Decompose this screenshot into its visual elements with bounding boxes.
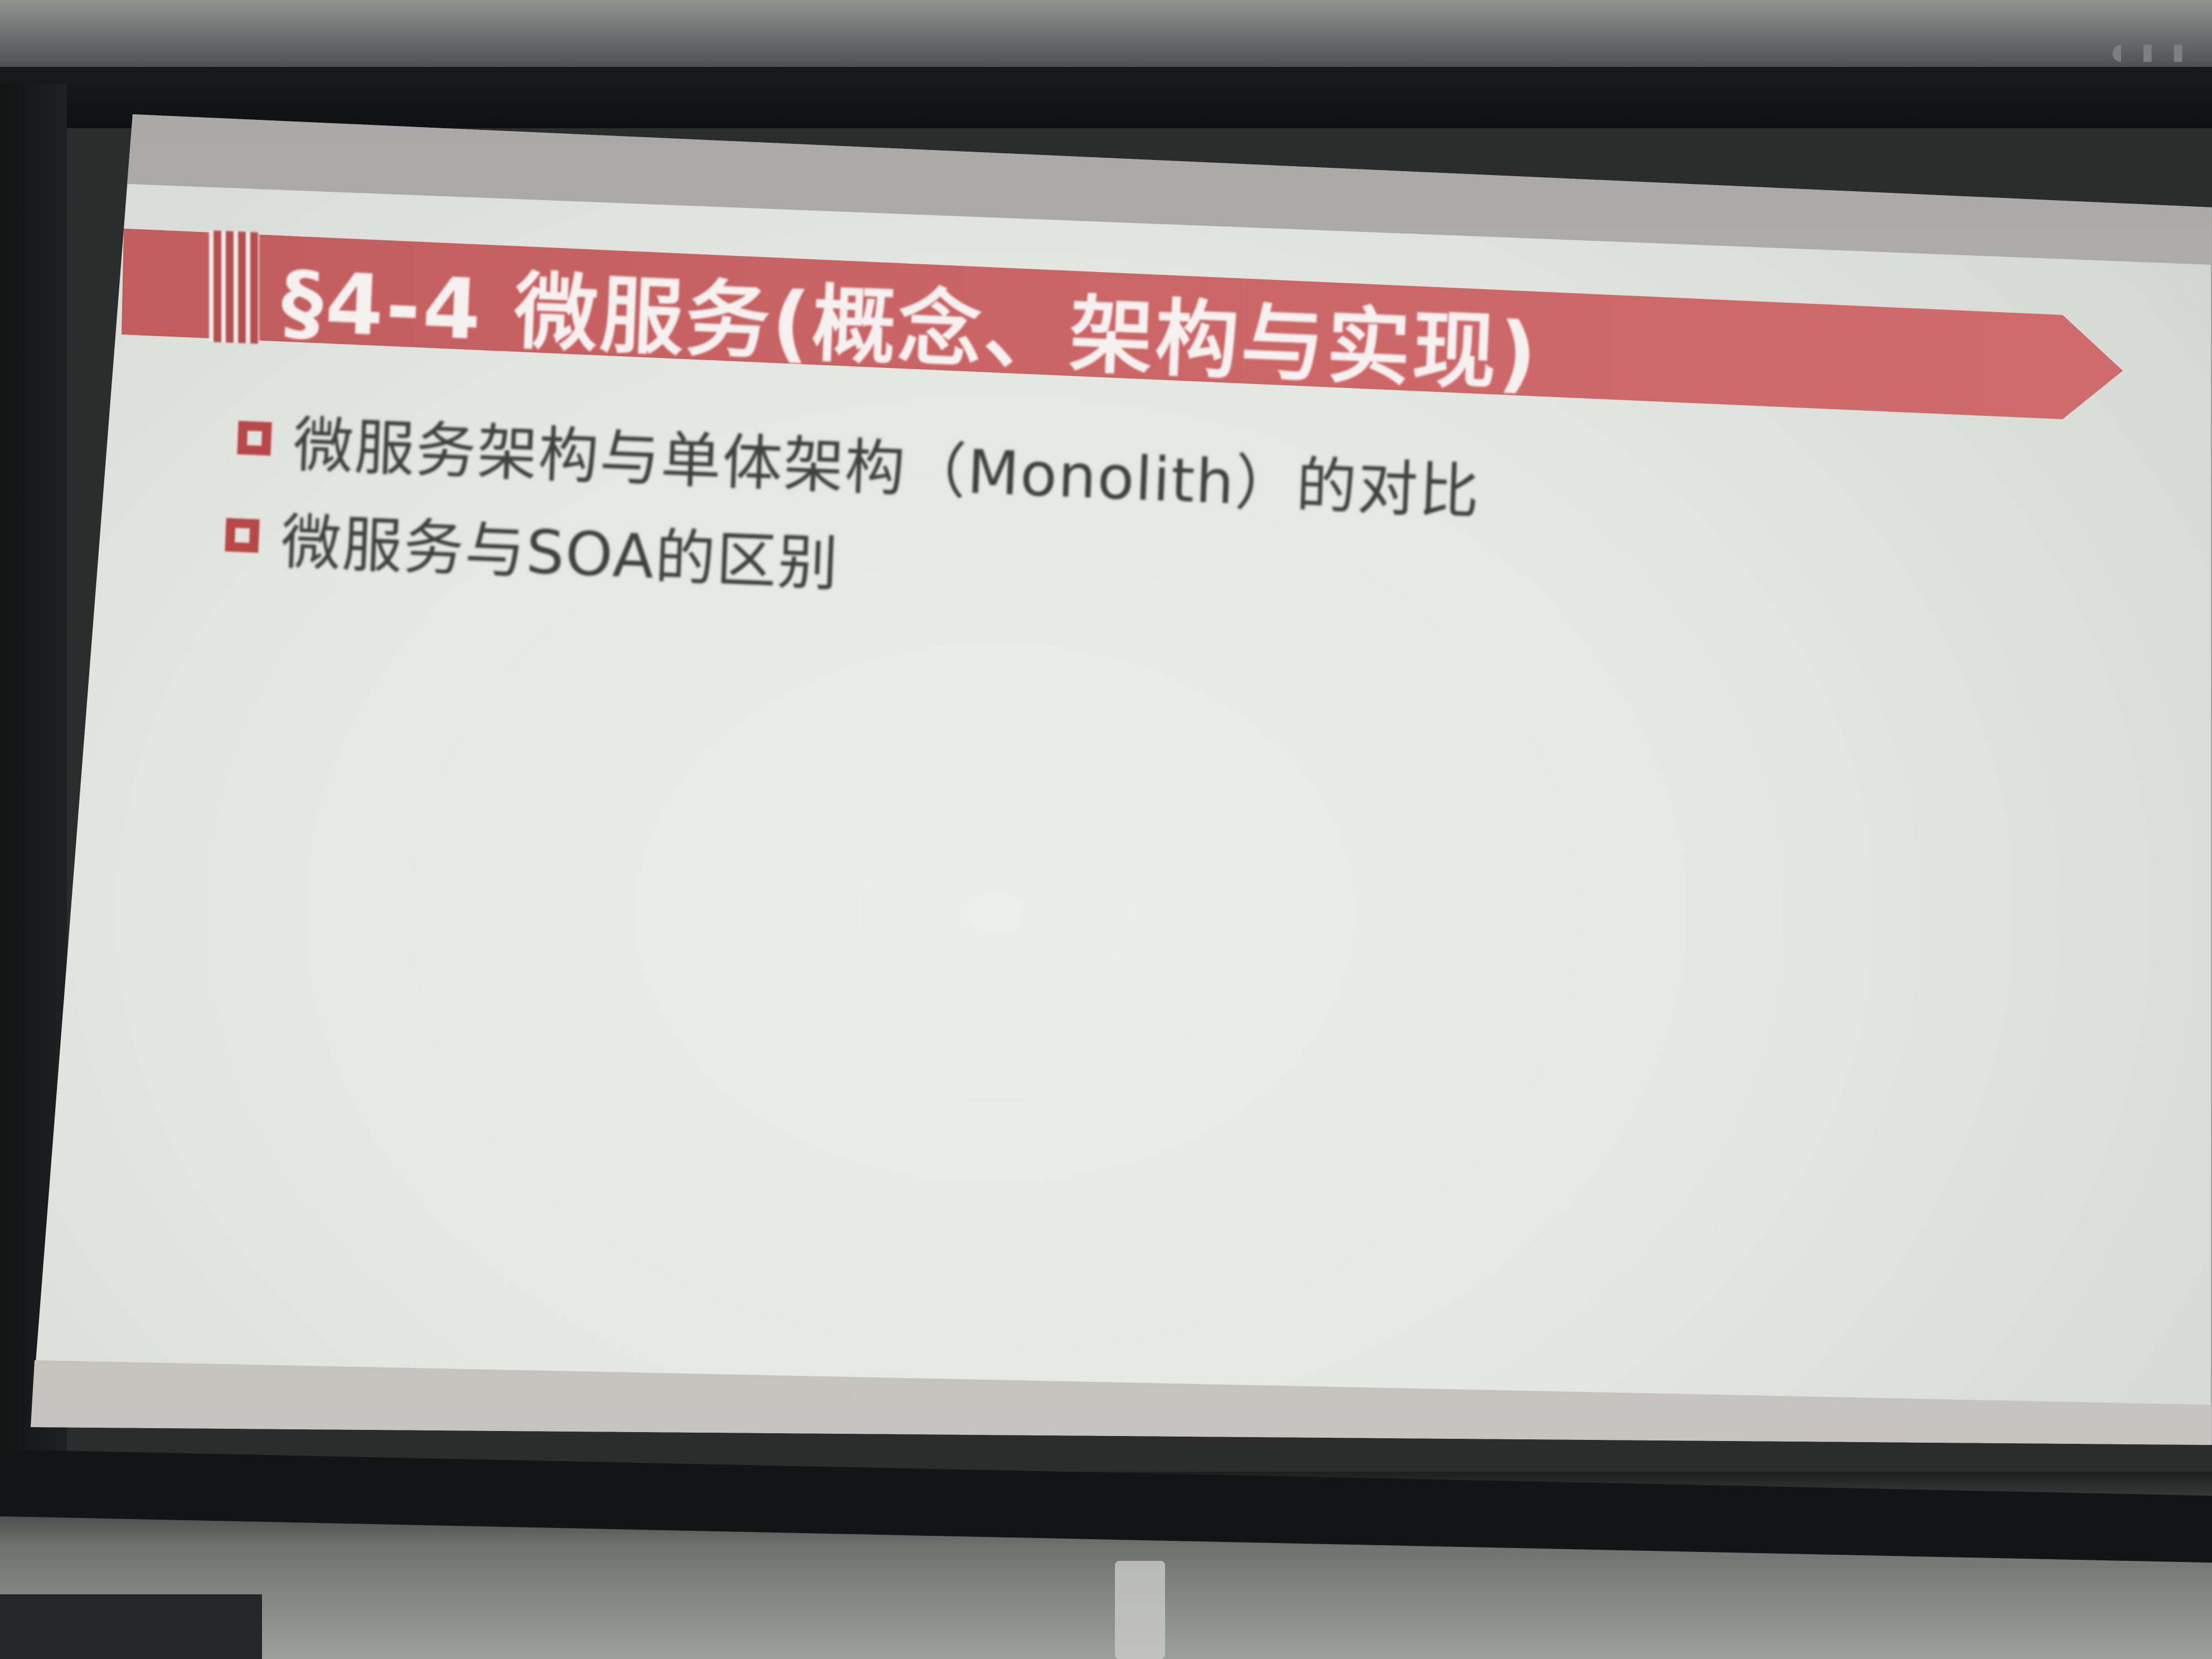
title-banner-stripes bbox=[209, 230, 259, 344]
square-bullet-icon bbox=[237, 420, 272, 456]
wall-cabinet bbox=[0, 1594, 262, 1659]
bullet-text: 微服务与SOA的区别 bbox=[279, 507, 841, 600]
photo-scene: ◖ ▮ ▮ §4-4 微服务(概念、架构与实现) 微服务架构与单体架构（Mono… bbox=[0, 0, 2212, 1659]
status-icons: ◖ ▮ ▮ bbox=[2111, 39, 2190, 65]
projector-screen-top-frame bbox=[0, 67, 2212, 128]
wall-fixture bbox=[1115, 1561, 1165, 1659]
square-bullet-icon bbox=[225, 518, 260, 553]
